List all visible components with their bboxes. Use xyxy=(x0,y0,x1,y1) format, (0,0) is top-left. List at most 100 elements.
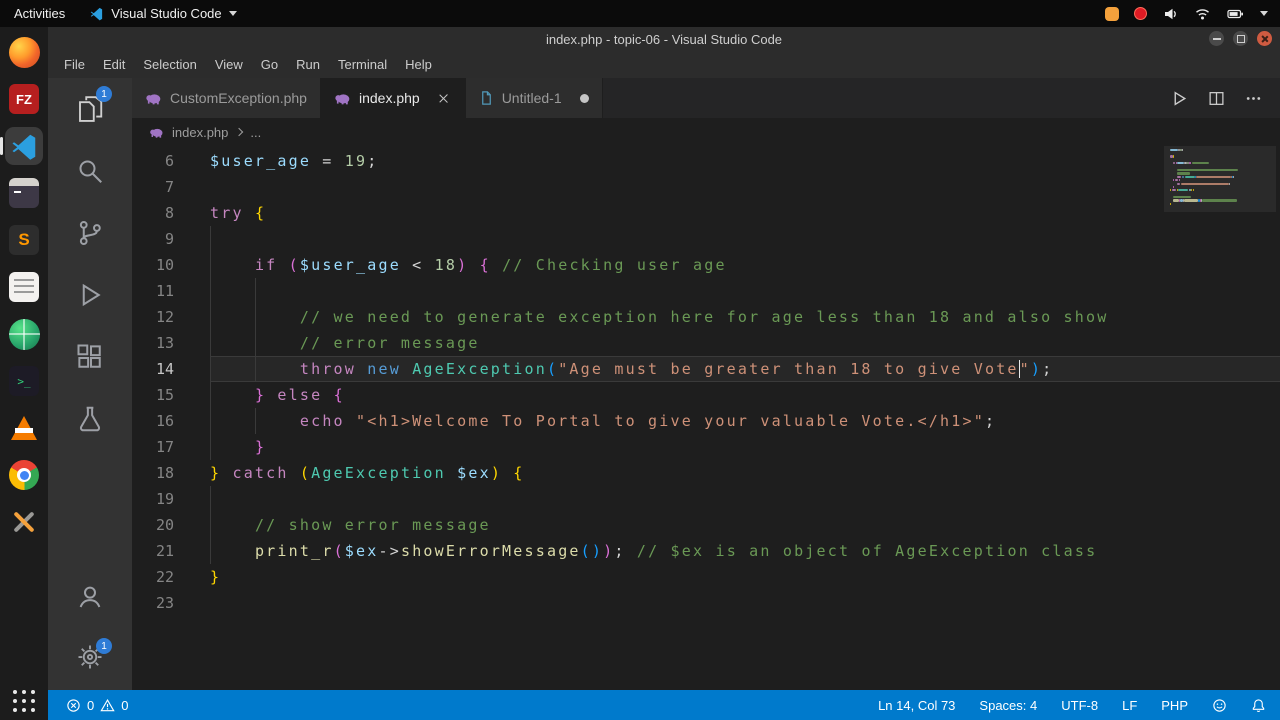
menu-view[interactable]: View xyxy=(206,54,252,75)
error-icon xyxy=(67,698,80,712)
run-button[interactable] xyxy=(1171,90,1188,107)
tab-label: CustomException.php xyxy=(170,90,307,106)
vscode-dock-icon[interactable] xyxy=(0,127,43,165)
minimap-slider[interactable] xyxy=(1164,146,1276,212)
code-line-9[interactable]: 9 xyxy=(132,226,1280,252)
code-line-7[interactable]: 7 xyxy=(132,174,1280,200)
maximize-button[interactable] xyxy=(1233,31,1248,46)
source-control-tab[interactable] xyxy=(48,202,132,264)
tab-label: Untitled-1 xyxy=(501,90,562,106)
terminal-dark-icon[interactable]: >_ xyxy=(5,362,43,400)
chrome-icon[interactable] xyxy=(5,456,43,494)
activities-button[interactable]: Activities xyxy=(0,0,79,27)
window-controls xyxy=(1209,31,1272,46)
code-line-11[interactable]: 11 xyxy=(132,278,1280,304)
menu-selection[interactable]: Selection xyxy=(134,54,205,75)
language-mode[interactable]: PHP xyxy=(1161,698,1188,713)
tools-logo xyxy=(9,507,39,537)
code-line-19[interactable]: 19 xyxy=(132,486,1280,512)
split-editor-button[interactable] xyxy=(1208,90,1225,107)
show-applications-button[interactable] xyxy=(11,688,37,714)
vscode-window: index.php - topic-06 - Visual Studio Cod… xyxy=(48,27,1280,720)
indent-guide xyxy=(210,486,211,512)
text-editor-icon[interactable] xyxy=(5,268,43,306)
eol-setting[interactable]: LF xyxy=(1122,698,1137,713)
web-globe-icon[interactable] xyxy=(5,315,43,353)
terminal-dark-logo: >_ xyxy=(9,366,39,396)
vlc-icon[interactable] xyxy=(5,409,43,447)
app-menu[interactable]: Visual Studio Code xyxy=(79,0,246,27)
tools-icon[interactable] xyxy=(5,503,43,541)
code-lines[interactable]: 6 $user_age = 19; 7 8 try {9 10 if ($user_age… xyxy=(132,148,1280,616)
more-actions-button[interactable] xyxy=(1245,90,1262,107)
code-line-20[interactable]: 20 // show error message xyxy=(132,512,1280,538)
system-tray[interactable] xyxy=(1105,6,1280,22)
code-line-8[interactable]: 8 try { xyxy=(132,200,1280,226)
menu-terminal[interactable]: Terminal xyxy=(329,54,396,75)
breadcrumb-more[interactable]: ... xyxy=(250,125,261,140)
code-line-10[interactable]: 10 if ($user_age < 18) { // Checking use… xyxy=(132,252,1280,278)
menu-edit[interactable]: Edit xyxy=(94,54,134,75)
menu-go[interactable]: Go xyxy=(252,54,287,75)
tab-index-php[interactable]: index.php xyxy=(320,78,466,118)
firefox-icon[interactable] xyxy=(5,33,43,71)
code-line-15[interactable]: 15 } else { xyxy=(132,382,1280,408)
minimize-button[interactable] xyxy=(1209,31,1224,46)
code-line-16[interactable]: 16 echo "<h1>Welcome To Portal to give y… xyxy=(132,408,1280,434)
cursor-position[interactable]: Ln 14, Col 73 xyxy=(878,698,955,713)
sublime-text-icon[interactable]: S xyxy=(5,221,43,259)
run-debug-tab[interactable] xyxy=(48,264,132,326)
settings-button[interactable]: 1 xyxy=(48,628,132,690)
tab-untitled-1[interactable]: Untitled-1 xyxy=(465,78,603,118)
feedback-icon[interactable] xyxy=(1212,698,1227,713)
code-line-13[interactable]: 13 // error message xyxy=(132,330,1280,356)
line-number: 21 xyxy=(155,542,174,560)
code-line-18[interactable]: 18} catch (AgeException $ex) { xyxy=(132,460,1280,486)
indent-guide xyxy=(210,356,211,382)
record-indicator-icon xyxy=(1134,7,1147,20)
chevron-right-icon xyxy=(235,127,244,137)
line-number: 22 xyxy=(155,568,174,586)
menu-help[interactable]: Help xyxy=(396,54,441,75)
indent-guide xyxy=(254,356,256,382)
minimap[interactable] xyxy=(1164,146,1276,212)
problems-indicator[interactable]: 0 0 xyxy=(66,698,128,713)
line-number: 20 xyxy=(155,516,174,534)
code-line-6[interactable]: 6 $user_age = 19; xyxy=(132,148,1280,174)
bell-icon[interactable] xyxy=(1251,698,1266,713)
tab-customexception-php[interactable]: CustomException.php xyxy=(132,78,321,118)
window-titlebar[interactable]: index.php - topic-06 - Visual Studio Cod… xyxy=(48,27,1280,51)
line-number: 7 xyxy=(164,178,174,196)
testing-tab[interactable] xyxy=(48,388,132,450)
extensions-tab[interactable] xyxy=(48,326,132,388)
account-icon xyxy=(79,586,101,608)
code-line-17[interactable]: 17 } xyxy=(132,434,1280,460)
code-line-22[interactable]: 22} xyxy=(132,564,1280,590)
account-button[interactable] xyxy=(48,566,132,628)
explorer-tab[interactable]: 1 xyxy=(48,78,132,140)
code-line-23[interactable]: 23 xyxy=(132,590,1280,616)
line-number: 12 xyxy=(155,308,174,326)
error-count: 0 xyxy=(87,697,95,713)
breadcrumb-file[interactable]: index.php xyxy=(172,125,228,140)
code-line-14[interactable]: 14 throw new AgeException("Age must be g… xyxy=(132,356,1280,382)
breadcrumb[interactable]: index.php ... xyxy=(132,118,1280,146)
indentation-setting[interactable]: Spaces: 4 xyxy=(979,698,1037,713)
terminal-icon[interactable] xyxy=(5,174,43,212)
encoding-setting[interactable]: UTF-8 xyxy=(1061,698,1098,713)
line-number: 13 xyxy=(155,334,174,352)
menu-file[interactable]: File xyxy=(55,54,94,75)
close-button[interactable] xyxy=(1257,31,1272,46)
tab-bar: CustomException.php index.php Untitled-1 xyxy=(132,78,1280,118)
line-number: 17 xyxy=(155,438,174,456)
code-editor[interactable]: 6 $user_age = 19; 7 8 try {9 10 if ($user_age… xyxy=(132,146,1280,690)
activity-bar: 1 1 xyxy=(48,78,132,690)
code-line-21[interactable]: 21 print_r($ex->showErrorMessage()); // … xyxy=(132,538,1280,564)
search-tab[interactable] xyxy=(48,140,132,202)
menu-run[interactable]: Run xyxy=(287,54,329,75)
filezilla-icon[interactable]: FZ xyxy=(5,80,43,118)
system-top-bar: Activities Visual Studio Code xyxy=(0,0,1280,27)
close-icon[interactable] xyxy=(436,90,452,106)
code-line-12[interactable]: 12 // we need to generate exception here… xyxy=(132,304,1280,330)
status-bar: 0 0 Ln 14, Col 73 Spaces: 4 UTF-8 LF PHP xyxy=(48,690,1280,720)
